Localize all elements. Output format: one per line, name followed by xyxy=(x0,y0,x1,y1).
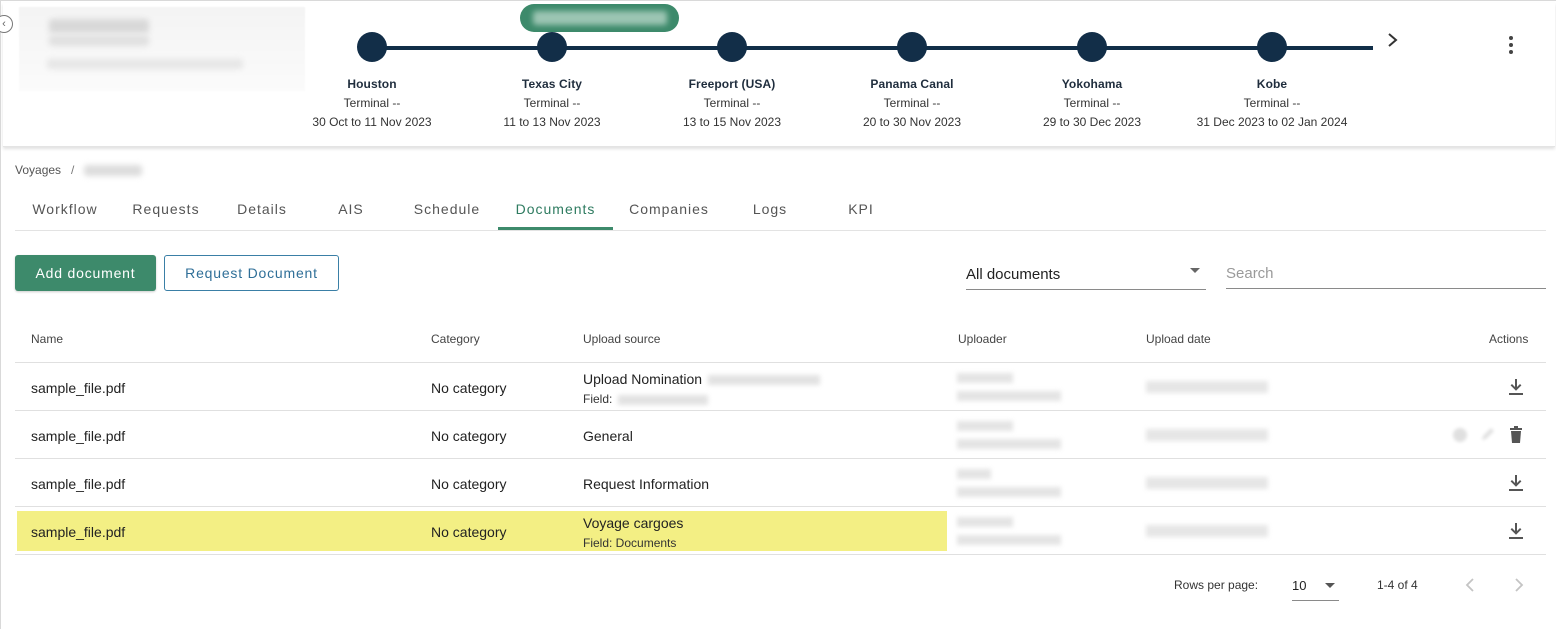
uploader-company-redacted xyxy=(957,391,1061,401)
document-category: No category xyxy=(431,476,507,492)
tab-ais[interactable]: AIS xyxy=(321,187,381,230)
timeline-port-name: Kobe xyxy=(1256,77,1288,91)
table-row[interactable]: sample_file.pdf No category General xyxy=(15,411,1546,459)
download-icon[interactable] xyxy=(1507,473,1525,493)
download-icon[interactable] xyxy=(1507,377,1525,397)
next-page-chevron-icon[interactable] xyxy=(1511,575,1527,595)
upload-date-redacted xyxy=(1146,525,1268,537)
upload-field: Field: xyxy=(583,392,709,406)
upload-source-label: Upload Nomination xyxy=(583,371,703,387)
document-name[interactable]: sample_file.pdf xyxy=(31,428,125,444)
timeline-stop-dot[interactable] xyxy=(1257,32,1287,62)
uploader-name-redacted xyxy=(957,469,991,479)
collapse-circle-icon[interactable]: ‹ xyxy=(0,15,13,33)
download-icon[interactable] xyxy=(1507,521,1525,541)
timeline-stop-dot[interactable] xyxy=(717,32,747,62)
hidden-action-icon xyxy=(1451,425,1469,445)
add-document-button[interactable]: Add document xyxy=(15,255,156,291)
rows-per-page-select[interactable]: 10 xyxy=(1292,571,1339,601)
upload-source: Voyage cargoes xyxy=(583,515,684,531)
rows-per-page-value: 10 xyxy=(1292,578,1307,593)
timeline-stop-dot[interactable] xyxy=(1077,32,1107,62)
document-category: No category xyxy=(431,428,507,444)
upload-date-redacted xyxy=(1146,381,1268,393)
upload-source-redacted xyxy=(708,375,821,386)
upload-field: Field: Documents xyxy=(583,536,677,550)
vessel-name-redacted xyxy=(49,19,149,33)
table-header: Name Category Upload source Uploader Upl… xyxy=(15,315,1546,363)
voyage-header: ‹ Houston Terminal -- 30 Oct to 11 Nov 202… xyxy=(0,3,1555,147)
vessel-contact-redacted xyxy=(47,59,243,69)
pagination-range: 1-4 of 4 xyxy=(1377,578,1418,592)
uploader-name-redacted xyxy=(957,517,1013,527)
document-name[interactable]: sample_file.pdf xyxy=(31,380,125,396)
tab-logs[interactable]: Logs xyxy=(740,187,800,230)
timeline-next-chevron-icon[interactable] xyxy=(1384,29,1402,57)
column-header-category[interactable]: Category xyxy=(431,332,480,346)
tab-kpi[interactable]: KPI xyxy=(835,187,887,230)
breadcrumb-separator: / xyxy=(71,163,75,177)
uploader-name-redacted xyxy=(957,421,1013,431)
document-name[interactable]: sample_file.pdf xyxy=(31,476,125,492)
upload-source: Upload Nomination xyxy=(583,371,821,387)
table-row[interactable]: sample_file.pdf No category Request Info… xyxy=(15,459,1546,507)
breadcrumb-voyage-redacted xyxy=(84,164,143,176)
upload-field-redacted xyxy=(618,394,709,405)
document-name[interactable]: sample_file.pdf xyxy=(31,524,125,540)
timeline-stop-dot[interactable] xyxy=(357,32,387,62)
dropdown-caret-icon xyxy=(1190,267,1200,273)
column-header-actions: Actions xyxy=(1489,332,1529,346)
rows-per-page-label: Rows per page: xyxy=(1174,578,1259,592)
column-header-upload-source[interactable]: Upload source xyxy=(583,332,660,346)
breadcrumb-voyages-link[interactable]: Voyages xyxy=(15,163,61,177)
upload-date-redacted xyxy=(1146,429,1268,441)
column-header-upload-date[interactable]: Upload date xyxy=(1146,332,1211,346)
request-document-button[interactable]: Request Document xyxy=(164,255,339,291)
document-filter-select[interactable]: All documents xyxy=(966,259,1206,290)
uploader-company-redacted xyxy=(957,439,1061,449)
vessel-subtitle-redacted xyxy=(49,35,149,46)
documents-table: Name Category Upload source Uploader Upl… xyxy=(15,315,1546,555)
document-filter-value: All documents xyxy=(966,265,1061,283)
tab-documents[interactable]: Documents xyxy=(498,187,613,230)
column-header-uploader[interactable]: Uploader xyxy=(958,332,1007,346)
upload-source: Request Information xyxy=(583,476,710,492)
timeline-stop-dot[interactable] xyxy=(897,32,927,62)
tab-requests[interactable]: Requests xyxy=(118,187,214,230)
timeline-dates: 31 Dec 2023 to 02 Jan 2024 xyxy=(1196,115,1348,129)
tab-workflow[interactable]: Workflow xyxy=(15,187,115,230)
current-port-redacted xyxy=(532,11,667,25)
table-row[interactable]: sample_file.pdf No category Upload Nomin… xyxy=(15,363,1546,411)
previous-page-chevron-icon[interactable] xyxy=(1462,575,1478,595)
voyage-tabs: Workflow Requests Details AIS Schedule D… xyxy=(15,187,1546,231)
edit-icon[interactable] xyxy=(1479,425,1497,445)
upload-source: General xyxy=(583,428,633,444)
document-category: No category xyxy=(431,524,507,540)
timeline-stop-dot[interactable] xyxy=(537,32,567,62)
breadcrumb: Voyages / xyxy=(15,163,143,177)
uploader-name-redacted xyxy=(957,373,1013,383)
timeline-stop[interactable]: Kobe Terminal -- 31 Dec 2023 to 02 Jan 202… xyxy=(1162,32,1382,129)
uploader-company-redacted xyxy=(957,535,1061,545)
upload-field-label: Field: xyxy=(583,392,613,406)
search-input[interactable] xyxy=(1226,259,1546,289)
app-frame: ‹ Houston Terminal -- 30 Oct to 11 Nov 202… xyxy=(0,0,1556,629)
timeline-terminal: Terminal -- xyxy=(1243,96,1301,110)
dropdown-caret-icon xyxy=(1325,583,1335,588)
table-row-highlighted[interactable]: sample_file.pdf No category Voyage cargo… xyxy=(15,507,1546,555)
column-header-name[interactable]: Name xyxy=(31,332,63,346)
document-category: No category xyxy=(431,380,507,396)
tab-schedule[interactable]: Schedule xyxy=(402,187,492,230)
uploader-company-redacted xyxy=(957,487,1061,497)
more-options-kebab-icon[interactable] xyxy=(1503,33,1519,57)
tab-companies[interactable]: Companies xyxy=(621,187,717,230)
tab-details[interactable]: Details xyxy=(221,187,303,230)
upload-date-redacted xyxy=(1146,477,1268,489)
current-port-pill xyxy=(520,4,679,32)
delete-trash-icon[interactable] xyxy=(1507,425,1525,445)
